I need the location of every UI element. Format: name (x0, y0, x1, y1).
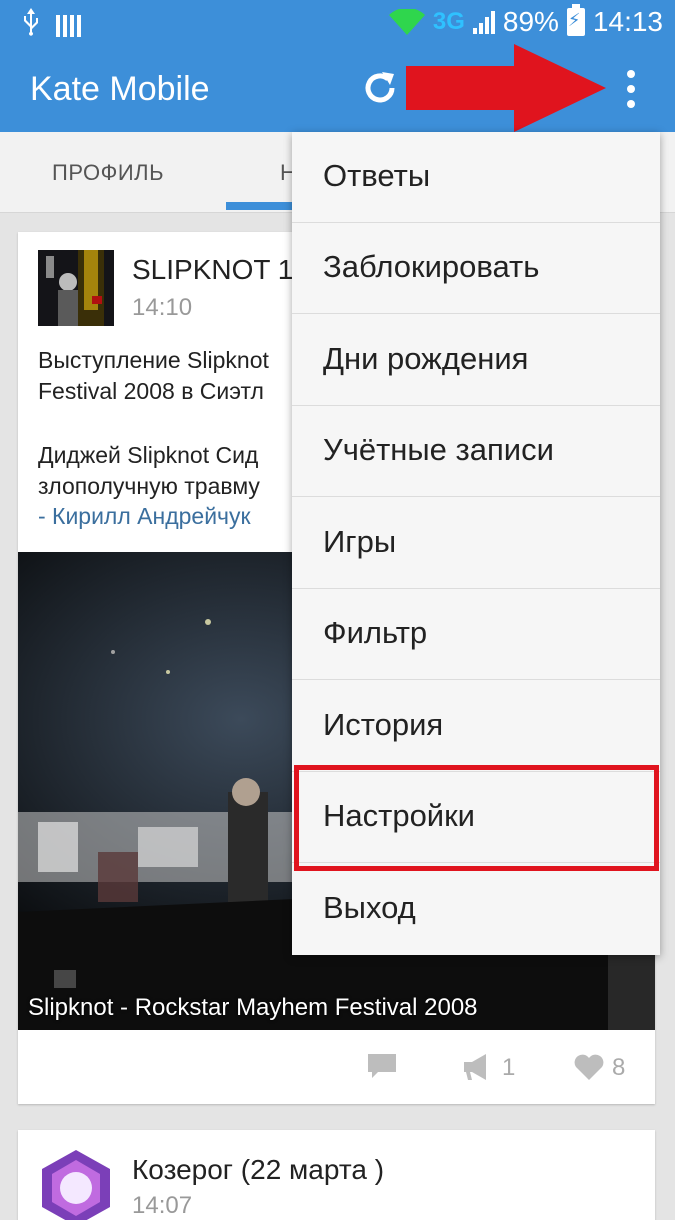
post-time: 14:10 (132, 294, 193, 321)
menu-item-filter[interactable]: Фильтр (292, 589, 660, 680)
sim-icon (56, 14, 81, 37)
settings-highlight-annotation (294, 765, 659, 871)
author-link[interactable]: - Кирилл Андрейчук (38, 503, 251, 530)
battery-level: 89% (502, 6, 559, 37)
menu-item-block[interactable]: Заблокировать (292, 223, 660, 314)
refresh-icon[interactable] (360, 68, 400, 108)
avatar[interactable] (38, 250, 114, 326)
red-arrow-annotation (406, 44, 606, 132)
menu-item-games[interactable]: Игры (292, 498, 660, 589)
post-text-2: Диджей Slipknot Сид злополучную травму (38, 442, 260, 499)
clock: 14:13 (592, 6, 663, 37)
repost-icon[interactable] (464, 1054, 494, 1080)
menu-item-replies[interactable]: Ответы (292, 132, 660, 223)
post-text: Выступление Slipknot Festival 2008 в Сиэ… (38, 347, 269, 404)
video-caption: Slipknot - Rockstar Mayhem Festival 2008 (28, 994, 478, 1021)
post-author[interactable]: Козерог (22 марта ) (132, 1154, 384, 1186)
tab-profile[interactable]: ПРОФИЛЬ (52, 160, 164, 186)
signal-icon (472, 10, 495, 34)
network-type: 3G (432, 8, 465, 35)
like-icon[interactable] (574, 1054, 604, 1080)
like-count: 8 (612, 1054, 626, 1081)
repost-count: 1 (502, 1054, 516, 1081)
menu-item-logout[interactable]: Выход (292, 864, 660, 955)
menu-item-accounts[interactable]: Учётные записи (292, 406, 660, 497)
post-actions: 1 8 (18, 1032, 655, 1104)
post-author[interactable]: SLIPKNOT 1 (132, 254, 293, 286)
post-card-2[interactable]: Козерог (22 марта ) 14:07 (18, 1130, 655, 1220)
battery-icon (566, 4, 585, 36)
menu-item-birthdays[interactable]: Дни рождения (292, 315, 660, 406)
wifi-icon (388, 7, 425, 35)
active-tab-indicator (226, 202, 298, 210)
menu-item-history[interactable]: История (292, 681, 660, 772)
overflow-menu-icon[interactable] (616, 64, 646, 114)
status-bar: 3G 89% 14:13 (0, 0, 675, 44)
avatar[interactable] (38, 1150, 114, 1220)
comment-icon[interactable] (368, 1054, 396, 1080)
usb-icon (22, 8, 40, 43)
app-title: Kate Mobile (30, 70, 210, 108)
post-time: 14:07 (132, 1192, 193, 1219)
